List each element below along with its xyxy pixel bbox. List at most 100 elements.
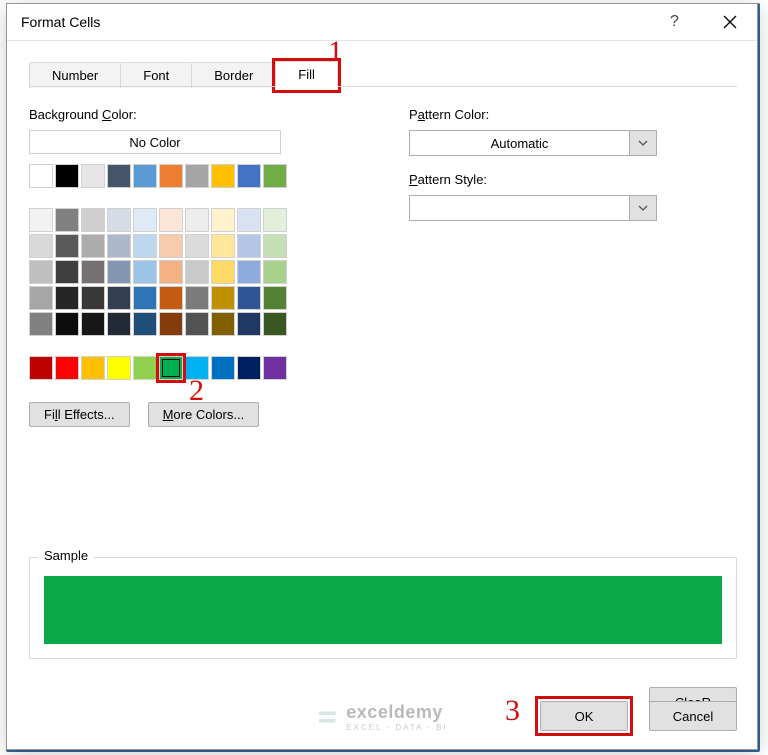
pattern-color-combo[interactable]: Automatic (409, 130, 657, 156)
dialog-action-buttons: OK Cancel (535, 696, 737, 736)
color-swatch[interactable] (211, 234, 235, 258)
color-swatch[interactable] (185, 234, 209, 258)
color-swatch[interactable] (263, 260, 287, 284)
color-swatch[interactable] (107, 234, 131, 258)
pattern-style-combo[interactable] (409, 195, 657, 221)
color-swatch[interactable] (211, 260, 235, 284)
standard-color-row (29, 356, 329, 380)
color-swatch[interactable] (159, 234, 183, 258)
color-swatch[interactable] (81, 234, 105, 258)
color-swatch[interactable] (107, 286, 131, 310)
color-swatch[interactable] (237, 260, 261, 284)
color-swatch[interactable] (55, 208, 79, 232)
color-swatch[interactable] (55, 260, 79, 284)
color-swatch[interactable] (185, 286, 209, 310)
color-swatch[interactable] (107, 356, 131, 380)
color-swatch[interactable] (263, 286, 287, 310)
color-swatch[interactable] (211, 286, 235, 310)
color-swatch[interactable] (237, 234, 261, 258)
color-swatch[interactable] (29, 312, 53, 336)
callout-number-3: 3 (505, 694, 520, 728)
color-swatch[interactable] (29, 234, 53, 258)
color-swatch[interactable] (263, 356, 287, 380)
color-swatch[interactable] (159, 164, 183, 188)
color-swatch[interactable] (159, 286, 183, 310)
color-swatch[interactable] (107, 312, 131, 336)
color-swatch[interactable] (107, 164, 131, 188)
color-swatch[interactable] (133, 356, 157, 380)
no-color-button[interactable]: No Color (29, 130, 281, 154)
color-swatch[interactable] (55, 164, 79, 188)
color-swatch[interactable] (81, 208, 105, 232)
color-swatch[interactable] (263, 234, 287, 258)
tab-border[interactable]: Border (191, 62, 276, 88)
theme-header-row (29, 164, 329, 188)
color-swatch[interactable] (263, 208, 287, 232)
theme-color-grid (29, 208, 329, 336)
color-swatch[interactable] (133, 208, 157, 232)
background-color-label: Background Color: (29, 107, 329, 122)
fill-effects-button[interactable]: Fill Effects... (29, 402, 130, 427)
color-swatch[interactable] (185, 208, 209, 232)
color-swatch[interactable] (159, 208, 183, 232)
color-swatch[interactable] (29, 356, 53, 380)
color-swatch[interactable] (133, 312, 157, 336)
color-swatch[interactable] (107, 208, 131, 232)
color-swatch[interactable] (159, 312, 183, 336)
color-swatch[interactable] (237, 356, 261, 380)
color-swatch[interactable] (55, 356, 79, 380)
color-swatch[interactable] (133, 286, 157, 310)
tab-bar: Number Font Border Fill (29, 59, 737, 87)
color-swatch[interactable] (237, 312, 261, 336)
color-swatch[interactable] (133, 234, 157, 258)
color-swatch[interactable] (81, 312, 105, 336)
color-swatch[interactable] (185, 356, 209, 380)
color-swatch[interactable] (81, 260, 105, 284)
color-swatch[interactable] (237, 208, 261, 232)
color-swatch[interactable] (159, 356, 183, 380)
color-swatch[interactable] (81, 356, 105, 380)
sample-preview: Sample (29, 557, 737, 659)
help-button[interactable]: ? (647, 4, 702, 40)
color-swatch[interactable] (29, 208, 53, 232)
color-swatch[interactable] (211, 164, 235, 188)
color-swatch[interactable] (211, 356, 235, 380)
pattern-style-label: Pattern Style: (409, 172, 657, 187)
color-swatch[interactable] (81, 286, 105, 310)
color-swatch[interactable] (185, 164, 209, 188)
cancel-button[interactable]: Cancel (649, 701, 737, 731)
watermark: exceldemy EXCEL · DATA · BI (316, 702, 447, 732)
color-swatch[interactable] (133, 164, 157, 188)
color-swatch[interactable] (29, 286, 53, 310)
color-swatch[interactable] (55, 312, 79, 336)
tab-fill[interactable]: Fill (275, 61, 338, 88)
color-swatch[interactable] (133, 260, 157, 284)
color-swatch[interactable] (29, 260, 53, 284)
tab-number[interactable]: Number (29, 62, 121, 88)
tab-font[interactable]: Font (120, 62, 192, 88)
color-swatch[interactable] (263, 164, 287, 188)
pattern-section: Pattern Color: Automatic Pattern Style: (409, 107, 657, 427)
format-cells-dialog: Format Cells ? Number Font Border Fill B… (6, 3, 758, 750)
color-swatch[interactable] (29, 164, 53, 188)
watermark-icon (316, 706, 338, 728)
sample-fill (44, 576, 722, 644)
color-swatch[interactable] (159, 260, 183, 284)
color-swatch[interactable] (211, 312, 235, 336)
background-color-section: Background Color: No Color Fill Effects.… (29, 107, 329, 427)
color-swatch[interactable] (185, 260, 209, 284)
ok-button[interactable]: OK (540, 701, 628, 731)
close-button[interactable] (702, 4, 757, 40)
color-swatch[interactable] (107, 260, 131, 284)
color-swatch[interactable] (55, 286, 79, 310)
color-swatch[interactable] (237, 286, 261, 310)
color-swatch[interactable] (237, 164, 261, 188)
color-swatch[interactable] (81, 164, 105, 188)
more-colors-button[interactable]: More Colors... (148, 402, 260, 427)
color-swatch[interactable] (55, 234, 79, 258)
chevron-down-icon (629, 196, 656, 220)
color-swatch[interactable] (263, 312, 287, 336)
titlebar: Format Cells ? (7, 4, 757, 41)
color-swatch[interactable] (211, 208, 235, 232)
color-swatch[interactable] (185, 312, 209, 336)
